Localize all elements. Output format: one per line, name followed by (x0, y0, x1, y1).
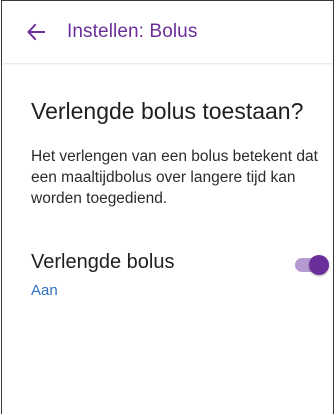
back-button[interactable] (26, 22, 46, 42)
extended-bolus-setting[interactable]: Verlengde bolus Aan (31, 251, 329, 307)
setting-label: Verlengde bolus (31, 251, 175, 273)
app-bar: Instellen: Bolus (2, 1, 333, 63)
screen-frame: Instellen: Bolus Verlengde bolus toestaa… (1, 0, 334, 414)
setting-value: Aan (31, 282, 58, 299)
toggle-thumb (309, 255, 329, 275)
extended-bolus-toggle[interactable] (295, 253, 331, 277)
arrow-left-icon (27, 23, 45, 41)
section-description: Het verlengen van een bolus betekent dat… (31, 148, 318, 207)
section-heading: Verlengde bolus toestaan? (31, 98, 304, 124)
page-title: Instellen: Bolus (67, 21, 198, 42)
